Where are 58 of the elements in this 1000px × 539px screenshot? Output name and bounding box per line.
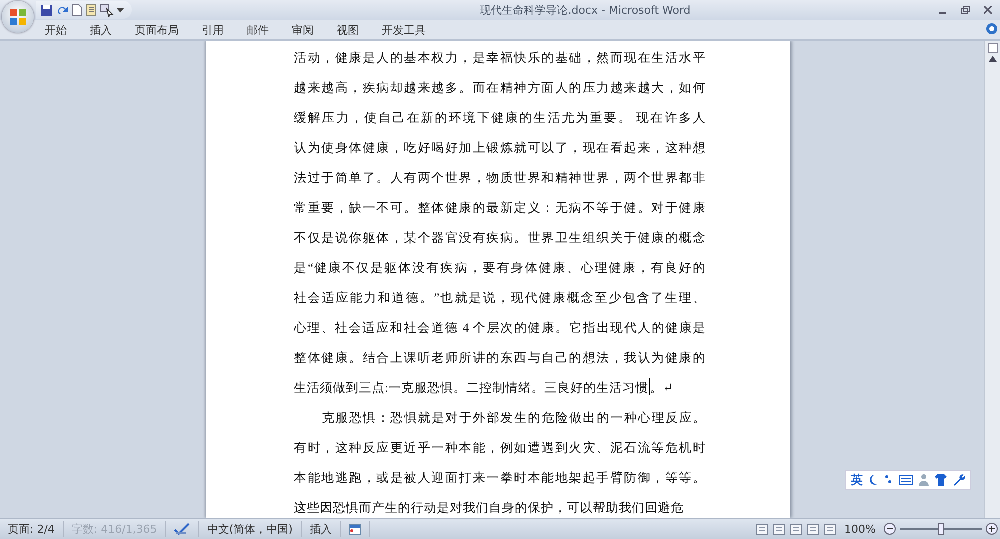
macro-record-icon[interactable] xyxy=(348,524,361,534)
ribbon-tab[interactable]: 邮件 xyxy=(236,20,280,38)
text-line: 心理、社会适应和社会道德 4 个层次的健康。它指出现代人的健康是 xyxy=(294,320,706,337)
outline-view-icon[interactable] xyxy=(806,522,820,536)
new-document-icon[interactable] xyxy=(72,4,83,16)
draft-view-icon[interactable] xyxy=(822,522,837,536)
zoom-out-icon[interactable] xyxy=(884,523,896,535)
text-line: 活动，健康是人的基本权力，是幸福快乐的基础，然而现在生活水平 xyxy=(294,50,706,67)
punctuation-icon[interactable] xyxy=(885,474,893,486)
text-line: 有时，这种反应更近乎一种本能，例如遭遇到火灾、泥石流等危机时 xyxy=(294,440,706,457)
keyboard-icon[interactable] xyxy=(899,474,913,486)
text-line: 生活须做到三点:一克服恐惧。二控制情绪。三良好的生活习惯。↵ xyxy=(294,373,706,403)
page-indicator[interactable]: 页面: 2/4 xyxy=(0,521,64,537)
scroll-up-icon[interactable] xyxy=(988,56,996,62)
full-screen-view-icon[interactable] xyxy=(772,522,786,536)
text-line: 是“健康不仅是躯体没有疾病，要有身体健康、心理健康，有良好的 xyxy=(294,260,706,277)
web-layout-view-icon[interactable] xyxy=(788,522,803,536)
text-line: 认为使身体健康，吃好喝好加上锻炼就可以了，现在看起来，这种想 xyxy=(294,140,706,157)
ribbon-tab[interactable]: 审阅 xyxy=(281,20,325,38)
wrench-icon[interactable] xyxy=(953,474,965,486)
ribbon-tab[interactable]: 插入 xyxy=(79,20,123,38)
office-button[interactable] xyxy=(2,1,34,33)
help-icon[interactable] xyxy=(986,23,998,35)
ime-mode-indicator[interactable]: 英 xyxy=(851,472,863,488)
ribbon-tab[interactable]: 页面布局 xyxy=(124,20,190,38)
text-line: 这些因恐惧而产生的行动是对我们自身的保护，可以帮助我们回避危 xyxy=(294,500,685,517)
text-line: 本能地逃跑，或是被人迎面打来一拳时本能地架起手臂防御，等等。 xyxy=(294,470,706,487)
pointer-icon[interactable] xyxy=(100,4,114,16)
text-line: 不仅是说你躯体，某个器官没有疾病。世界卫生组织关于健康的概念 xyxy=(294,230,706,247)
text-line: 法过于简单了。人有两个世界，物质世界和精神世界，两个世界都非 xyxy=(294,170,706,187)
text-line: 常重要，缺一不可。整体健康的最新定义：无病不等于健。对于健康 xyxy=(294,200,706,217)
language-indicator[interactable]: 中文(简体，中国) xyxy=(199,521,302,537)
text-line: 整体健康。结合上课听老师所讲的东西与自己的想法，我认为健康的 xyxy=(294,350,706,367)
shirt-icon[interactable] xyxy=(935,474,947,486)
office-logo-icon xyxy=(9,8,27,26)
document-icon[interactable] xyxy=(86,4,97,16)
print-layout-view-icon[interactable] xyxy=(754,522,769,536)
vertical-scrollbar[interactable] xyxy=(984,41,1000,518)
ribbon-tab[interactable]: 开发工具 xyxy=(371,20,437,38)
restore-icon[interactable] xyxy=(961,6,970,14)
proofing-icon[interactable] xyxy=(174,523,190,535)
zoom-slider-thumb[interactable] xyxy=(938,523,944,535)
ruler-toggle-icon[interactable] xyxy=(988,43,998,53)
text-line: 克服恐惧：恐惧就是对于外部发生的危险做出的一种心理反应。 xyxy=(321,410,706,427)
zoom-level[interactable]: 100% xyxy=(844,522,876,536)
zoom-in-icon[interactable] xyxy=(986,523,998,535)
ribbon-tab[interactable]: 引用 xyxy=(191,20,235,38)
moon-icon[interactable] xyxy=(869,474,879,486)
text-line: 越来越高，疾病却越来越多。而在精神方面人的压力越来越大，如何 xyxy=(294,80,706,97)
ribbon-tab[interactable]: 视图 xyxy=(326,20,370,38)
dropdown-arrow-icon[interactable] xyxy=(117,7,124,13)
text-line: 缓解压力，使自己在新的环境下健康的生活尤为重要。 现在许多人 xyxy=(294,110,706,127)
ribbon-tab[interactable]: 开始 xyxy=(34,20,78,38)
save-icon[interactable] xyxy=(40,4,53,16)
text-line: 社会适应能力和道德。”也就是说，现代健康概念至少包含了生理、 xyxy=(294,290,706,307)
close-icon[interactable] xyxy=(984,6,992,14)
window-title: 现代生命科学导论.docx - Microsoft Word xyxy=(479,2,692,18)
insert-mode[interactable]: 插入 xyxy=(302,521,341,537)
